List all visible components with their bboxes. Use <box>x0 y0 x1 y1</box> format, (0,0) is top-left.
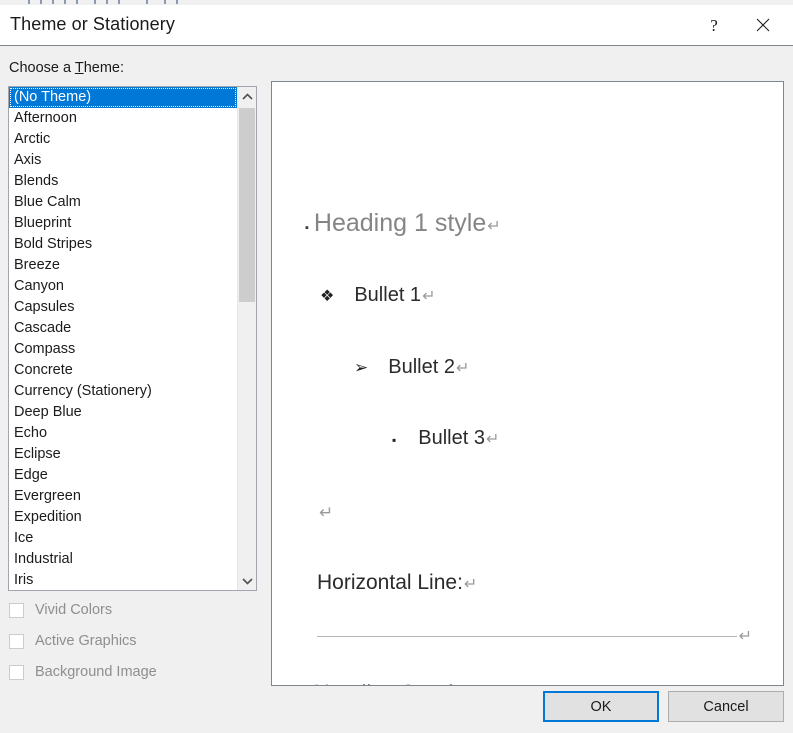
theme-list-scrollport: (No Theme) Afternoon Arctic Axis Blends Blue … <box>9 87 237 590</box>
preview-line-bullet-1: ❖ Bullet 1 ↵ <box>320 284 435 307</box>
paragraph-return-icon: ↵ <box>487 218 501 235</box>
question-mark-icon: ? <box>710 15 718 35</box>
list-item[interactable]: (No Theme) <box>9 87 237 108</box>
list-item[interactable]: Expedition <box>9 507 237 528</box>
preview-line-horizontal-line-label: Horizontal Line: ↵ <box>317 571 477 595</box>
theme-listbox[interactable]: (No Theme) Afternoon Arctic Axis Blends Blue … <box>8 86 257 591</box>
checkbox-box-icon[interactable] <box>9 602 24 618</box>
checkbox-label: Active Graphics <box>35 633 137 649</box>
list-item[interactable]: Breeze <box>9 255 237 276</box>
chevron-up-icon <box>241 92 253 100</box>
paragraph-return-icon: ↵ <box>319 503 334 522</box>
list-item[interactable]: Deep Blue <box>9 402 237 423</box>
scroll-up-button[interactable] <box>238 87 256 106</box>
list-item[interactable]: Afternoon <box>9 108 237 129</box>
list-item[interactable]: Echo <box>9 423 237 444</box>
preview-line-heading-1: ▪ Heading 1 style ↵ <box>305 209 501 238</box>
preview-line-bullet-3: ▪ Bullet 3 ↵ <box>392 427 499 450</box>
checkbox-box-icon[interactable] <box>9 664 24 680</box>
list-item[interactable]: Axis <box>9 150 237 171</box>
preview-line-empty-paragraph: ↵ <box>318 503 333 523</box>
list-item[interactable]: Blends <box>9 171 237 192</box>
checkbox-active-graphics[interactable]: Active Graphics <box>9 631 137 651</box>
preview-line-text: Bullet 1 <box>354 284 422 306</box>
paragraph-return-icon: ↵ <box>463 576 478 593</box>
preview-line-text: Heading 1 style <box>313 209 487 237</box>
list-item[interactable]: Eclipse <box>9 444 237 465</box>
help-button[interactable]: ? <box>691 5 737 45</box>
arrow-bullet-icon: ➢ <box>354 358 369 377</box>
list-item[interactable]: Cascade <box>9 318 237 339</box>
paragraph-return-icon: ↵ <box>485 431 500 448</box>
theme-preview-pane: ▪ Heading 1 style ↵ ❖ Bullet 1 ↵ ➢ Bulle… <box>271 81 784 686</box>
list-item[interactable]: Canyon <box>9 276 237 297</box>
list-item[interactable]: Capsules <box>9 297 237 318</box>
list-item[interactable]: Ice <box>9 528 237 549</box>
list-item[interactable]: Iris <box>9 570 237 590</box>
list-item[interactable]: Industrial <box>9 549 237 570</box>
checkbox-vivid-colors[interactable]: Vivid Colors <box>9 600 112 620</box>
square-bullet-icon: ▪ <box>392 433 397 447</box>
preview-line-text: Heading 2 style <box>314 680 466 685</box>
preview-line-text: Bullet 2 <box>388 356 455 378</box>
preview-line-text: Horizontal Line: <box>317 571 463 594</box>
list-item[interactable]: Blueprint <box>9 213 237 234</box>
paragraph-return-icon: ↵ <box>455 360 470 377</box>
ok-button[interactable]: OK <box>543 691 659 722</box>
list-item[interactable]: Evergreen <box>9 486 237 507</box>
list-item[interactable]: Compass <box>9 339 237 360</box>
checkbox-label: Vivid Colors <box>35 602 113 618</box>
preview-line-heading-2: ▪ Heading 2 style ↵ <box>305 680 480 685</box>
list-item[interactable]: Blue Calm <box>9 192 237 213</box>
dialog-titlebar: Theme or Stationery ? <box>0 5 793 46</box>
list-item[interactable]: Arctic <box>9 129 237 150</box>
preview-horizontal-rule-row: ↵ <box>317 626 752 646</box>
close-button[interactable] <box>740 5 786 45</box>
checkbox-box-icon[interactable] <box>9 633 24 649</box>
list-item[interactable]: Bold Stripes <box>9 234 237 255</box>
scroll-down-button[interactable] <box>238 571 256 590</box>
horizontal-rule <box>317 635 737 637</box>
scrollbar-thumb[interactable] <box>239 108 255 302</box>
checkbox-background-image[interactable]: Background Image <box>9 662 157 682</box>
checkbox-label: Background Image <box>35 664 157 680</box>
square-bullet-icon: ▪ <box>305 222 309 234</box>
list-item[interactable]: Currency (Stationery) <box>9 381 237 402</box>
preview-line-bullet-2: ➢ Bullet 2 ↵ <box>354 356 469 379</box>
diamond-bullet-icon: ❖ <box>320 288 335 305</box>
cancel-button[interactable]: Cancel <box>668 691 784 722</box>
list-item[interactable]: Concrete <box>9 360 237 381</box>
paragraph-return-icon: ↵ <box>738 628 752 645</box>
list-item[interactable]: Edge <box>9 465 237 486</box>
dialog-title: Theme or Stationery <box>10 14 175 34</box>
paragraph-return-icon: ↵ <box>422 288 436 305</box>
close-icon <box>756 18 770 32</box>
theme-list-label: Choose a Theme: <box>9 60 125 76</box>
theme-list-scrollbar[interactable] <box>237 87 256 590</box>
preview-document: ▪ Heading 1 style ↵ ❖ Bullet 1 ↵ ➢ Bulle… <box>272 82 783 685</box>
preview-line-text: Bullet 3 <box>418 427 485 449</box>
chevron-down-icon <box>241 577 253 585</box>
